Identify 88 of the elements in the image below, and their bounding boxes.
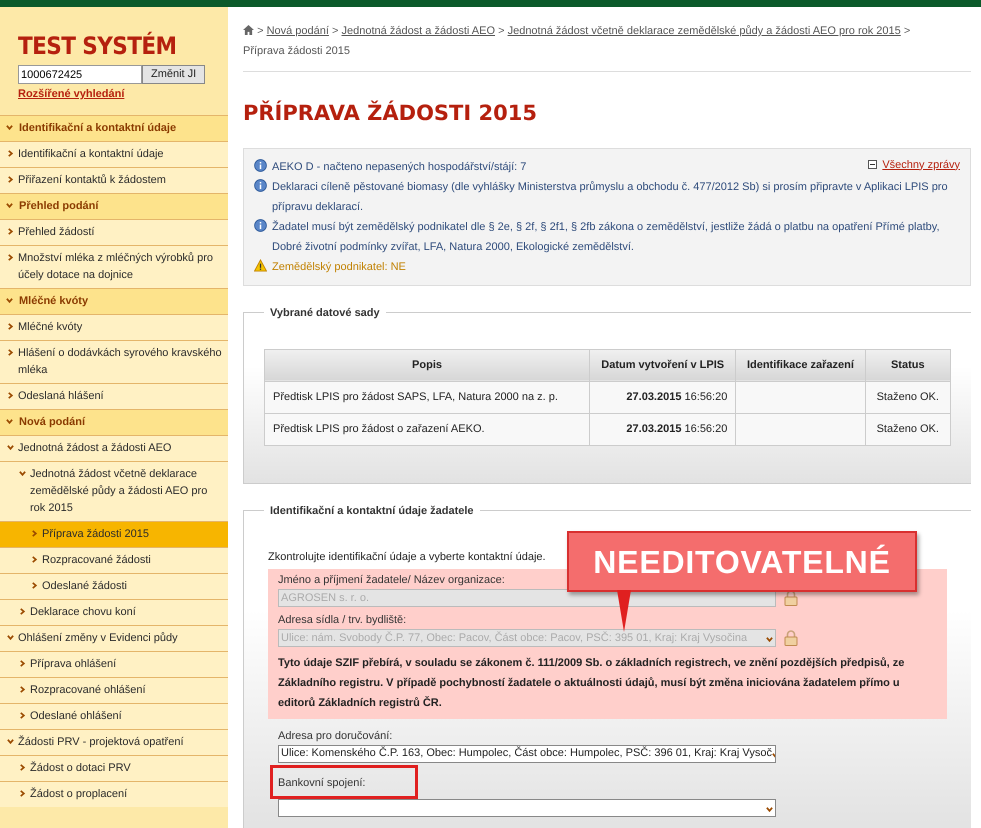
breadcrumb-separator: > [498, 25, 505, 37]
sidebar-item[interactable]: Identifikační a kontaktní údaje [0, 140, 228, 166]
lock-icon [784, 590, 798, 606]
sidebar-item[interactable]: Přehled žádostí [0, 218, 228, 244]
warning-icon [254, 258, 267, 272]
breadcrumb-separator: > [904, 25, 910, 37]
field-label: Adresa pro doručování: [278, 728, 394, 744]
chevron-right-icon [31, 582, 38, 588]
breadcrumb-link[interactable]: Nová podání [266, 25, 329, 37]
message-text: Žadatel musí být zemědělský podnikatel dle § 2e, § 2f, § 2f1, § 2fb zákona o zemědělství, jestliže žádá o platbu na opatření Přímé platby, Dobré životní podmínky zvířat, LFA, Natura 2000, Ekologické zemědělství. [272, 219, 941, 254]
chevron-right-icon [31, 530, 38, 536]
instruction-text: Zkontrolujte identifikační údaje a vyberte kontaktní údaje. [268, 550, 546, 564]
chevron-right-icon [19, 660, 26, 666]
sidebar-section[interactable]: Nová podání [0, 408, 228, 434]
home-icon[interactable] [243, 25, 254, 35]
sidebar-item[interactable]: Příprava žádosti 2015 [0, 520, 228, 546]
select-field[interactable] [278, 798, 776, 816]
table-cell: Staženo OK. [865, 381, 950, 413]
breadcrumb-separator: > [332, 25, 338, 37]
sidebar-item[interactable]: Mléčné kvóty [0, 314, 228, 340]
chevron-right-icon [7, 254, 14, 260]
column-header: Datum vytvoření v LPIS [590, 349, 736, 381]
notice-text: Tyto údaje SZIF přebírá, v souladu se zákonem č. 111/2009 Sb. o základních registrech, ve znění pozdějších předpisů, ze Základního registru. V případě pochybností žadatele o aktuálnosti údajů, musí být změna iniciována žadatelem přímo u editorů Základních registrů ČR. [278, 656, 906, 710]
info-icon [254, 218, 267, 232]
chevron-right-icon [19, 764, 26, 770]
field-label: Bankovní spojení: [278, 776, 366, 788]
callout-pointer [617, 590, 631, 632]
sidebar-item[interactable]: Rozpracované ohlášení [0, 676, 228, 702]
sidebar-item[interactable]: Odeslané ohlášení [0, 702, 228, 728]
sidebar-item[interactable]: Příprava ohlášení [0, 650, 228, 676]
table-cell: 27.03.2015 16:56:20 [590, 381, 736, 413]
chevron-right-icon [19, 790, 26, 796]
table-cell: Předtisk LPIS pro žádost o zařazení AEKO. [264, 413, 590, 445]
sidebar-section[interactable]: Mléčné kvóty [0, 288, 228, 314]
advanced-search-link[interactable]: Rozšířené vyhledání [18, 86, 210, 102]
sidebar-item[interactable]: Odeslané žádosti [0, 572, 228, 598]
info-icon [254, 178, 267, 192]
sidebar-section[interactable]: Přehled podání [0, 192, 228, 218]
breadcrumb-link[interactable]: Jednotná žádost a žádosti AEO [342, 25, 496, 37]
breadcrumb-link[interactable]: Jednotná žádost včetně deklarace zemědělské půdy a žádosti AEO pro rok 2015 [508, 25, 901, 37]
sidebar-section[interactable]: Identifikační a kontaktní údaje [0, 114, 228, 140]
sidebar-item[interactable]: Odeslaná hlášení [0, 382, 228, 408]
field-label: Jméno a příjmení žadatele/ Název organizace: [278, 572, 506, 588]
breadcrumb-current: Příprava žádosti 2015 [243, 45, 350, 57]
table-cell: Staženo OK. [865, 413, 950, 445]
sidebar-item[interactable]: Přiřazení kontaktů k žádostem [0, 166, 228, 192]
sidebar-item[interactable]: Rozpracované žádosti [0, 546, 228, 572]
sidebar-item[interactable]: Jednotná žádost včetně deklarace zemědělské půdy a žádosti AEO pro rok 2015 [0, 460, 228, 520]
sidebar-item[interactable]: Deklarace chovu koní [0, 598, 228, 624]
field-label: Adresa sídla / trv. bydliště: [278, 612, 408, 628]
column-header: Identifikace zařazení [736, 349, 866, 381]
column-header: Status [865, 349, 950, 381]
select-field: Ulice: nám. Svobody Č.P. 77, Obec: Pacov, Část obce: Pacov, PSČ: 395 01, Kraj: Kraj Vysočina [278, 628, 776, 646]
site-title: TEST SYSTÉM [18, 31, 178, 61]
message-text: Deklaraci cíleně pěstované biomasy (dle vyhlášky Ministerstva průmyslu a obchodu č. 477/2012 Sb) si prosím připravte v Aplikaci LPIS pro přípravu deklarací. [272, 180, 949, 214]
message-text: AEKO D - načteno nepasených hospodářství/stájí: 7 [272, 160, 526, 174]
page-title: PŘÍPRAVA ŽÁDOSTI 2015 [243, 100, 538, 127]
select-field[interactable]: Ulice: Komenského Č.P. 163, Obec: Humpolec, Část obce: Humpolec, PSČ: 396 01, Kraj: Kraj Vysoč [278, 744, 776, 762]
table-cell: Předtisk LPIS pro žádost SAPS, LFA, Natura 2000 na z. p. [264, 381, 590, 413]
change-button[interactable]: Změnit JI [142, 65, 206, 84]
sidebar-item[interactable]: Žádosti PRV - projektová opatření [0, 728, 228, 754]
info-icon [254, 158, 267, 172]
search-field[interactable]: 1000672425 [18, 65, 142, 84]
collapse-icon[interactable] [868, 160, 878, 170]
sidebar-item[interactable]: Jednotná žádost a žádosti AEO [0, 434, 228, 460]
sidebar-item[interactable]: Žádost o proplacení [0, 780, 228, 806]
sidebar-item[interactable]: Ohlášení změny v Evidenci půdy [0, 624, 228, 650]
chevron-right-icon [19, 608, 26, 614]
sidebar-item[interactable]: Hlášení o dodávkách syrového kravského mléka [0, 340, 228, 382]
column-header: Popis [264, 349, 590, 381]
fieldset-legend: Identifikační a kontaktní údaje žadatele [264, 502, 480, 519]
chevron-right-icon [7, 348, 14, 356]
chevron-right-icon [7, 228, 14, 234]
chevron-right-icon [7, 176, 14, 182]
chevron-right-icon [7, 392, 14, 398]
sidebar-item[interactable]: Žádost o dotaci PRV [0, 754, 228, 780]
all-messages-link[interactable]: Všechny zprávy [882, 156, 960, 173]
chevron-right-icon [7, 322, 14, 330]
lock-icon [784, 630, 798, 646]
table-cell: 27.03.2015 16:56:20 [590, 413, 736, 445]
message-text: Zemědělský podnikatel: NE [272, 260, 406, 274]
chevron-right-icon [7, 150, 14, 156]
sidebar-item[interactable]: Množství mléka z mléčných výrobků pro účely dotace na dojnice [0, 244, 228, 288]
chevron-right-icon [19, 686, 26, 692]
breadcrumb-separator: > [257, 25, 264, 37]
chevron-right-icon [19, 712, 26, 718]
chevron-right-icon [31, 556, 38, 562]
fieldset-legend: Vybrané datové sady [264, 304, 386, 321]
